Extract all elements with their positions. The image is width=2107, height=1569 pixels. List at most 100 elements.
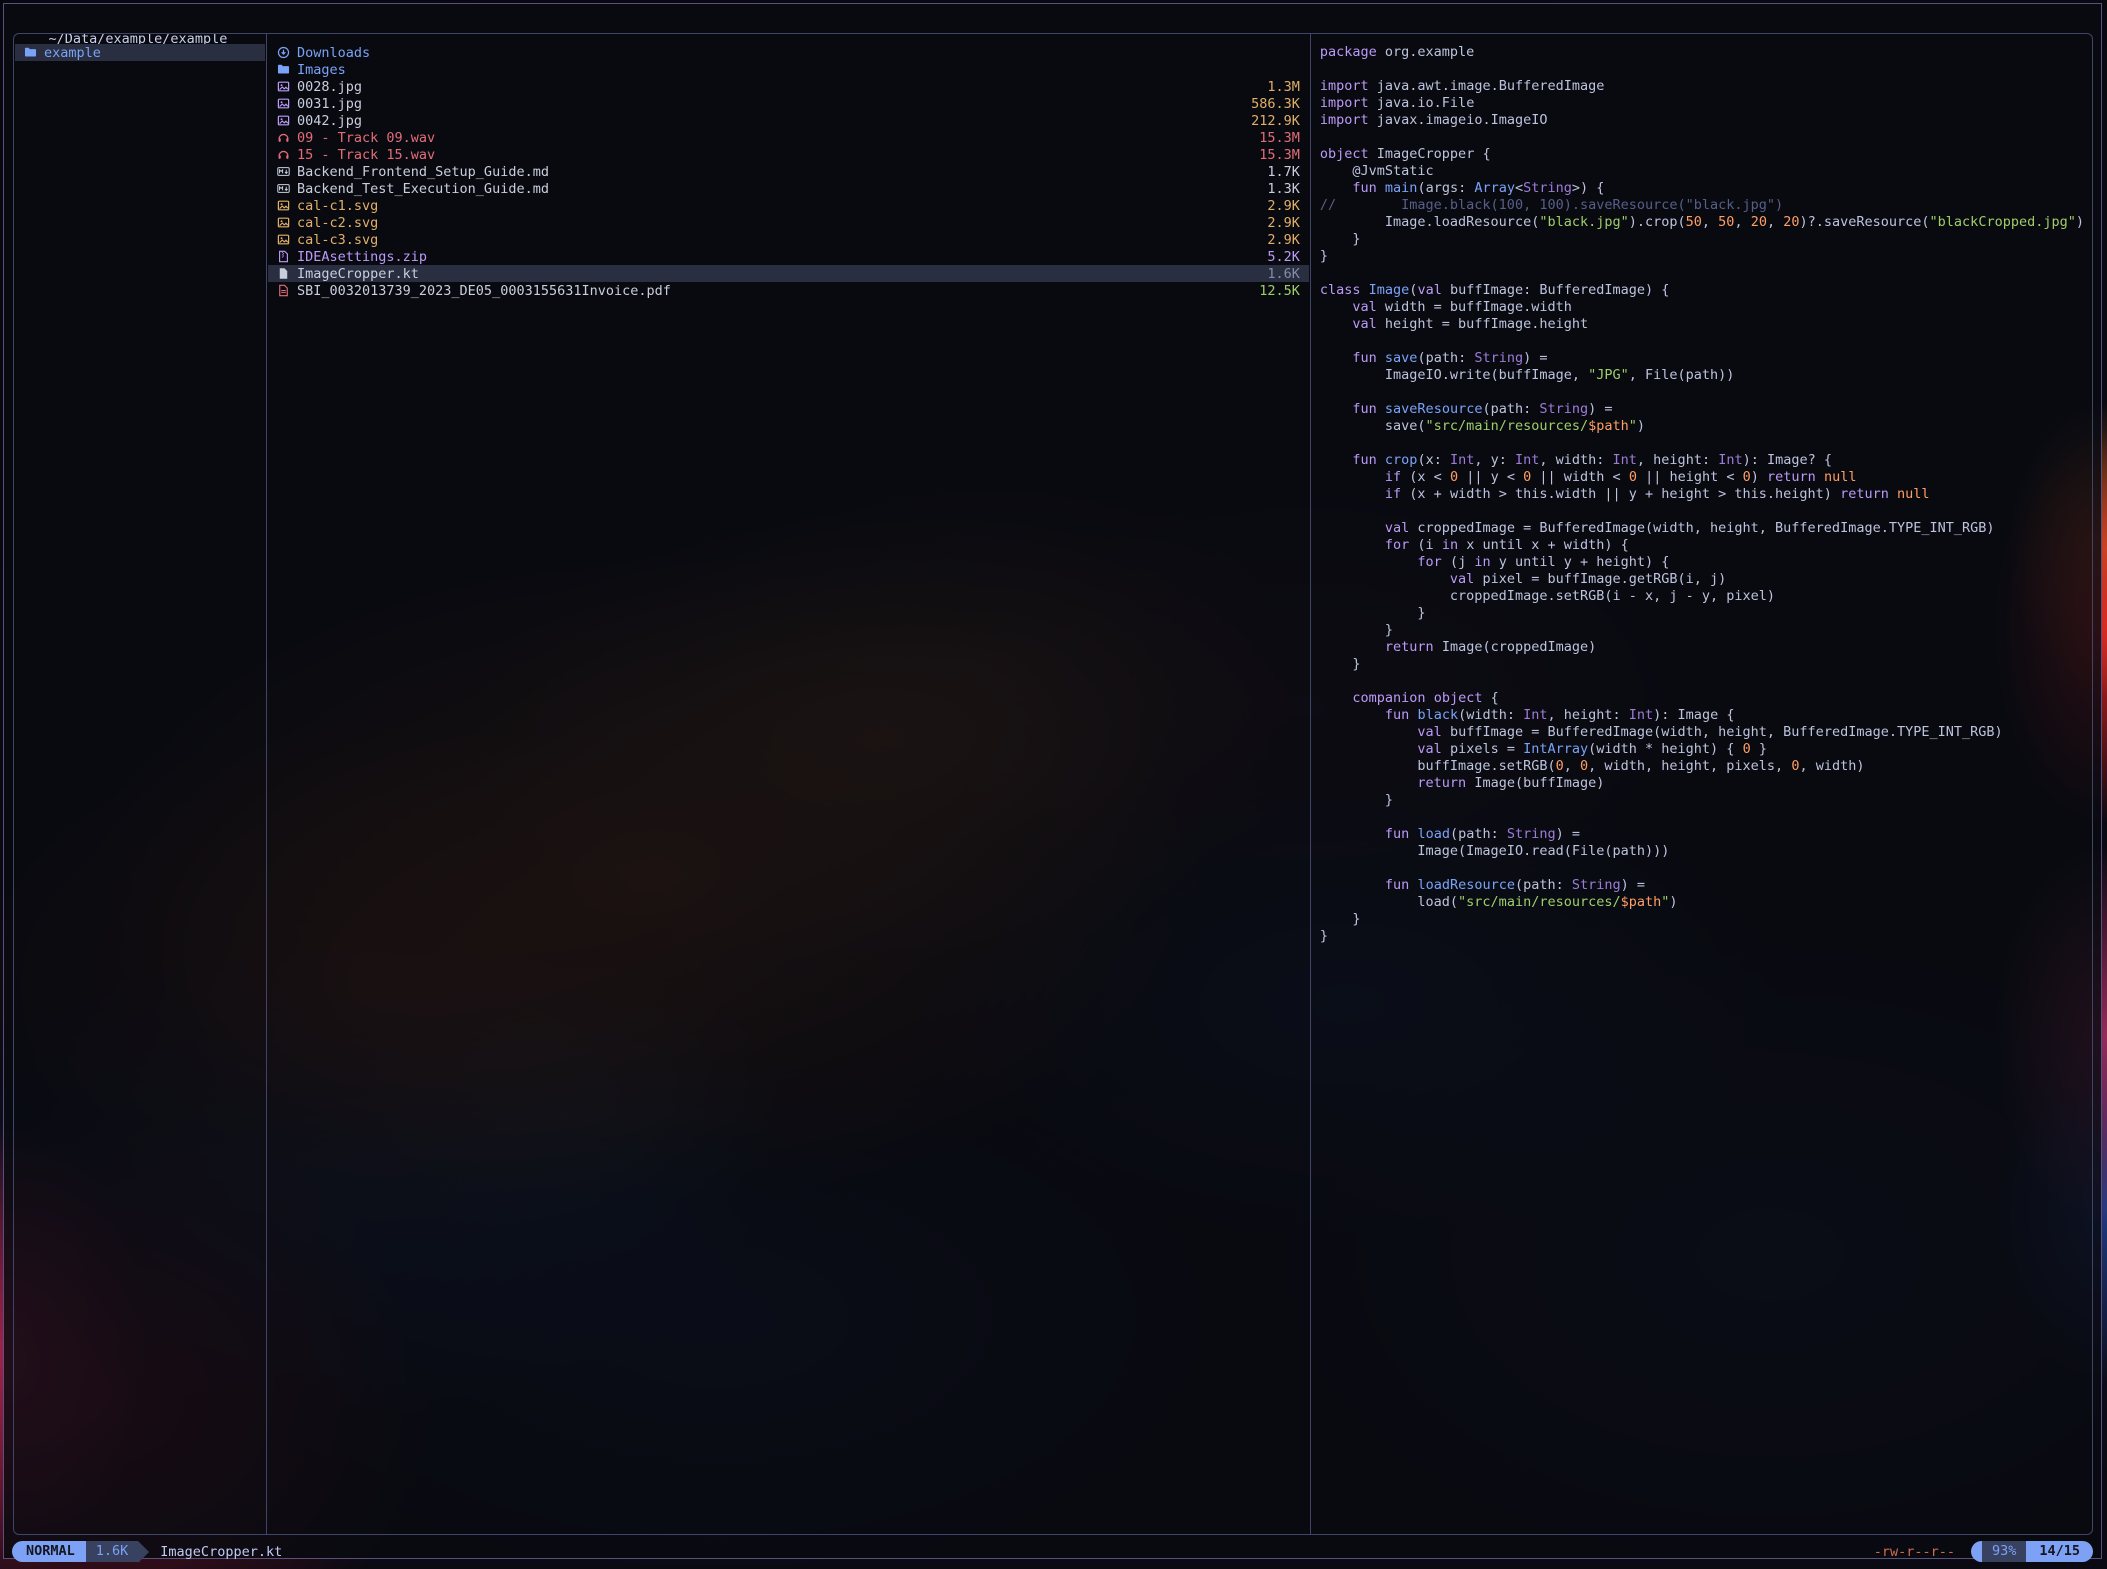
powerline-cap-icon [1971, 1541, 1982, 1562]
code-line: val croppedImage = BufferedImage(width, … [1320, 520, 2084, 537]
file-size: 2.9K [1267, 232, 1300, 248]
code-line: fun main(args: Array<String>) { [1320, 180, 2084, 197]
file-row[interactable]: Backend_Test_Execution_Guide.md 1.3K [268, 180, 1309, 197]
code-line: } [1320, 231, 2084, 248]
file-row[interactable]: cal-c1.svg2.9K [268, 197, 1309, 214]
file-name: Backend_Test_Execution_Guide.md [297, 181, 1259, 197]
pdf-icon [277, 284, 297, 297]
file-size-badge: 1.6K [86, 1541, 139, 1562]
markdown-icon [277, 165, 297, 178]
file-row[interactable]: IDEAsettings.zip5.2K [268, 248, 1309, 265]
image-icon [277, 216, 297, 229]
file-preview-pane: package org.example import java.awt.imag… [1311, 34, 2092, 1534]
file-name: Images [297, 62, 1292, 78]
code-line: fun loadResource(path: String) = [1320, 877, 2084, 894]
file-name: cal-c3.svg [297, 232, 1259, 248]
code-line [1320, 61, 2084, 78]
code-line: object ImageCropper { [1320, 146, 2084, 163]
image-icon [277, 80, 297, 93]
code-line: } [1320, 248, 2084, 265]
current-directory-pane: DownloadsImages0028.jpg1.3M0031.jpg586.3… [267, 34, 1311, 1534]
code-line: @JvmStatic [1320, 163, 2084, 180]
code-line: fun save(path: String) = [1320, 350, 2084, 367]
status-right: -rw-r--r-- 93% 14/15 [1874, 1541, 2093, 1562]
file-row[interactable]: 0028.jpg1.3M [268, 78, 1309, 95]
code-line: import java.io.File [1320, 95, 2084, 112]
code-line [1320, 673, 2084, 690]
code-line [1320, 860, 2084, 877]
code-line: val buffImage = BufferedImage(width, hei… [1320, 724, 2084, 741]
audio-icon [277, 131, 297, 144]
code-line: class Image(val buffImage: BufferedImage… [1320, 282, 2084, 299]
status-left: NORMAL 1.6K ImageCropper.kt [12, 1541, 282, 1563]
audio-icon [277, 148, 297, 161]
file-name: cal-c1.svg [297, 198, 1259, 214]
code-line [1320, 265, 2084, 282]
code-line: Image(ImageIO.read(File(path))) [1320, 843, 2084, 860]
file-size: 15.3M [1259, 130, 1300, 146]
file-row[interactable]: 15 - Track 15.wav 15.3M [268, 146, 1309, 163]
file-row[interactable]: 0042.jpg212.9K [268, 112, 1309, 129]
file-size: 15.3M [1259, 147, 1300, 163]
image-icon [277, 199, 297, 212]
file-row[interactable]: cal-c3.svg 2.9K [268, 231, 1309, 248]
mode-badge: NORMAL [12, 1541, 86, 1562]
code-line: croppedImage.setRGB(i - x, j - y, pixel) [1320, 588, 2084, 605]
file-name: ImageCropper.kt [297, 266, 1259, 282]
file-size: 12.5K [1259, 283, 1300, 299]
folder-icon [24, 46, 44, 59]
code-line: } [1320, 622, 2084, 639]
file-name: SBI_0032013739_2023_DE05_0003155631Invoi… [297, 283, 1251, 299]
code-line: val pixel = buffImage.getRGB(i, j) [1320, 571, 2084, 588]
status-filename: ImageCropper.kt [160, 1544, 282, 1560]
code-line: for (i in x until x + width) { [1320, 537, 2084, 554]
code-line: } [1320, 911, 2084, 928]
file-icon [277, 267, 297, 280]
code-line: fun black(width: Int, height: Int): Imag… [1320, 707, 2084, 724]
file-row[interactable]: Backend_Frontend_Setup_Guide.md1.7K [268, 163, 1309, 180]
file-size: 1.3K [1267, 181, 1300, 197]
cursor-position: 14/15 [2026, 1541, 2093, 1562]
code-line: ImageIO.write(buffImage, "JPG", File(pat… [1320, 367, 2084, 384]
file-name: 0031.jpg [297, 96, 1243, 112]
code-line: fun crop(x: Int, y: Int, width: Int, hei… [1320, 452, 2084, 469]
file-row[interactable]: 0031.jpg586.3K [268, 95, 1309, 112]
image-icon [277, 97, 297, 110]
file-size: 2.9K [1267, 215, 1300, 231]
scroll-percent: 93% [1982, 1541, 2026, 1562]
code-line: return Image(croppedImage) [1320, 639, 2084, 656]
status-bar: NORMAL 1.6K ImageCropper.kt -rw-r--r-- 9… [12, 1541, 2093, 1562]
code-line: } [1320, 656, 2084, 673]
file-size: 1.6K [1267, 266, 1300, 282]
terminal-window: ~/Data/example/example example Downloads… [3, 3, 2102, 1559]
file-name: Backend_Frontend_Setup_Guide.md [297, 164, 1259, 180]
code-line: load("src/main/resources/$path") [1320, 894, 2084, 911]
file-row[interactable]: 09 - Track 09.wav 15.3M [268, 129, 1309, 146]
powerline-arrow-icon [138, 1541, 149, 1563]
folder-icon [277, 63, 297, 76]
file-name: 09 - Track 09.wav [297, 130, 1251, 146]
code-line: package org.example [1320, 44, 2084, 61]
code-line: if (x < 0 || y < 0 || width < 0 || heigh… [1320, 469, 2084, 486]
file-row[interactable]: Images [268, 61, 1309, 78]
path-bar: ~/Data/example/example [16, 9, 227, 29]
code-line: val height = buffImage.height [1320, 316, 2084, 333]
code-line [1320, 333, 2084, 350]
code-line: return Image(buffImage) [1320, 775, 2084, 792]
code-line: } [1320, 605, 2084, 622]
file-row[interactable]: cal-c2.svg 2.9K [268, 214, 1309, 231]
code-line: fun saveResource(path: String) = [1320, 401, 2084, 418]
file-row[interactable]: Downloads [268, 44, 1309, 61]
code-line: val pixels = IntArray(width * height) { … [1320, 741, 2084, 758]
file-row[interactable]: ImageCropper.kt 1.6K [268, 265, 1309, 282]
markdown-icon [277, 182, 297, 195]
code-line [1320, 435, 2084, 452]
file-row[interactable]: example [15, 44, 265, 61]
code-line [1320, 503, 2084, 520]
file-name: 0042.jpg [297, 113, 1243, 129]
file-row[interactable]: SBI_0032013739_2023_DE05_0003155631Invoi… [268, 282, 1309, 299]
download-folder-icon [277, 46, 297, 59]
file-name: cal-c2.svg [297, 215, 1259, 231]
code-line [1320, 129, 2084, 146]
file-name: 15 - Track 15.wav [297, 147, 1251, 163]
